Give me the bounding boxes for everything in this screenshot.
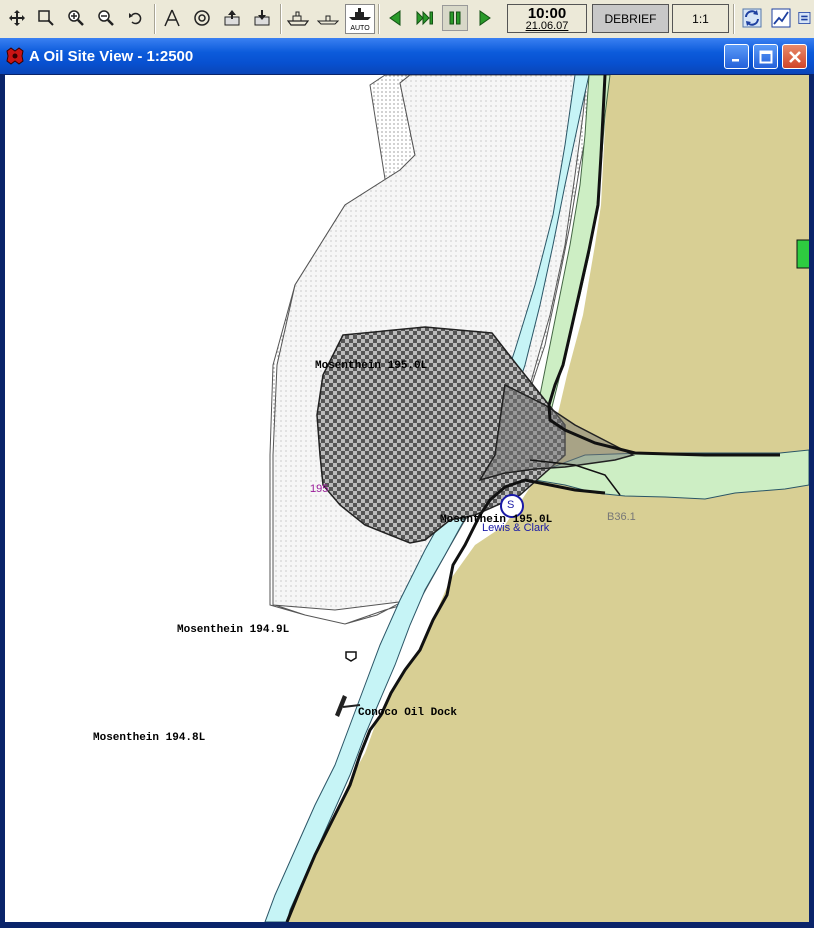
- minimize-icon: [731, 58, 739, 61]
- scale-button[interactable]: 1:1: [672, 4, 729, 33]
- zoom-out-icon[interactable]: [94, 6, 118, 30]
- target-icon[interactable]: [190, 6, 214, 30]
- sync-icon[interactable]: [740, 6, 764, 30]
- right-edge-marker: [796, 239, 809, 269]
- toolbar-separator: [733, 4, 735, 34]
- extra-icon[interactable]: [798, 6, 814, 30]
- label-oil-dock: Conoco Oil Dock: [358, 707, 458, 719]
- ship-icon[interactable]: [286, 6, 310, 30]
- label-mosenthein-194-9l: Mosenthein 194.9L: [177, 624, 290, 636]
- ship-outline-icon[interactable]: [316, 6, 340, 30]
- label-partial-depth: 195: [310, 483, 329, 495]
- play-icon[interactable]: [473, 6, 497, 30]
- clock-date: 21.06.07: [525, 20, 569, 32]
- buoy-icon: [345, 651, 357, 662]
- map-canvas[interactable]: Mosenthein 195.0L Mosenthein 195.0L Mose…: [5, 75, 809, 922]
- fast-forward-icon[interactable]: [413, 6, 437, 30]
- toolbar-separator: [378, 4, 380, 34]
- minimize-button[interactable]: [724, 44, 749, 69]
- label-vessel[interactable]: Lewis & Clark: [482, 522, 549, 534]
- chart-graphics: [264, 75, 809, 922]
- auto-button[interactable]: AUTO: [345, 4, 375, 34]
- window-titlebar[interactable]: A Oil Site View - 1:2500: [0, 38, 814, 74]
- window-title: A Oil Site View - 1:2500: [29, 48, 194, 65]
- maximize-button[interactable]: [753, 44, 778, 69]
- app-logo-icon: [5, 47, 25, 70]
- pause-icon: [449, 11, 461, 25]
- sim-clock: 10:00 21.06.07: [507, 4, 587, 33]
- zoom-window-icon[interactable]: [34, 6, 58, 30]
- auto-label: AUTO: [350, 25, 370, 32]
- close-icon: [788, 50, 801, 63]
- zoom-in-icon[interactable]: [64, 6, 88, 30]
- export-icon[interactable]: [220, 6, 244, 30]
- step-back-icon[interactable]: [383, 6, 407, 30]
- close-button[interactable]: [782, 44, 807, 69]
- move-arrows-icon[interactable]: [5, 6, 29, 30]
- pause-button[interactable]: [442, 5, 468, 31]
- undo-icon[interactable]: [124, 6, 148, 30]
- main-toolbar: AUTO 10:00 21.06.07 DEBRIEF 1:1: [0, 0, 814, 39]
- toolbar-separator: [280, 4, 282, 34]
- compass-icon[interactable]: [160, 6, 184, 30]
- label-mosenthein-194-8l: Mosenthein 194.8L: [93, 732, 206, 744]
- toolbar-separator: [154, 4, 156, 34]
- chart-icon[interactable]: [769, 6, 793, 30]
- import-icon[interactable]: [250, 6, 274, 30]
- label-buoy: B36.1: [607, 511, 636, 523]
- station-symbol-label: S: [507, 499, 515, 511]
- clock-time: 10:00: [527, 5, 567, 22]
- debrief-button[interactable]: DEBRIEF: [592, 4, 669, 33]
- label-mosenthein-195-0l-top: Mosenthein 195.0L: [315, 360, 428, 372]
- maximize-icon: [759, 50, 772, 63]
